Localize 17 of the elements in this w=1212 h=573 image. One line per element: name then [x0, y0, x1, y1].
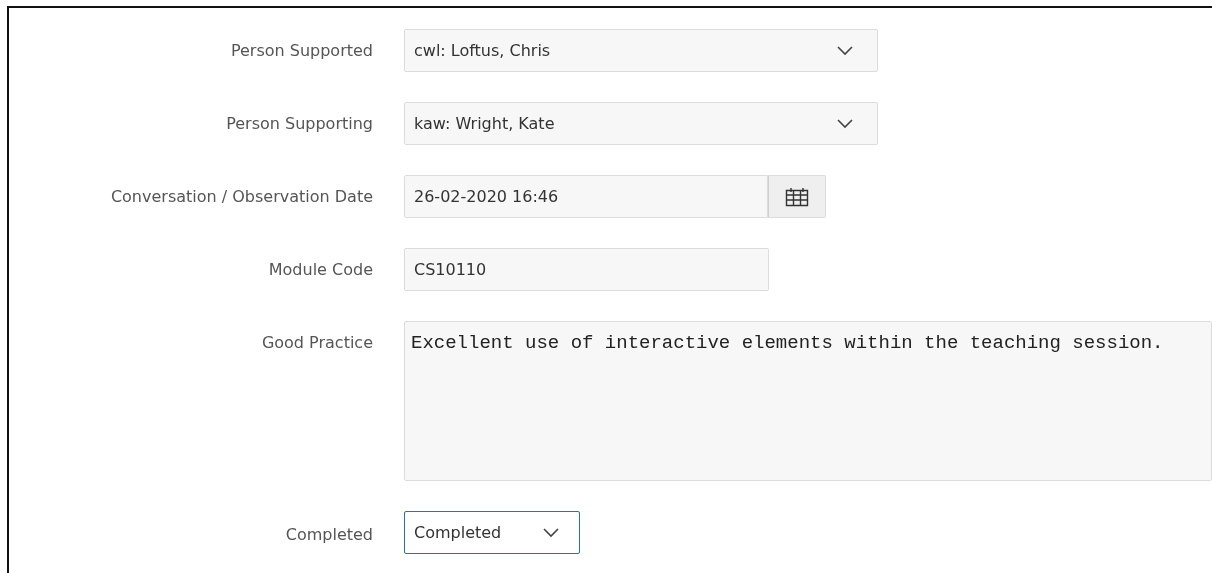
dropdown[interactable]: kaw: Wright, Kate: [404, 102, 878, 145]
calendar-icon: [785, 186, 809, 207]
text-area[interactable]: Excellent use of interactive elements within the teaching session.: [404, 321, 1212, 481]
dropdown[interactable]: cwl: Loftus, Chris: [404, 29, 878, 72]
dropdown[interactable]: Completed: [404, 511, 580, 554]
chevron-icon: [837, 45, 853, 56]
calendar-button[interactable]: [768, 175, 826, 218]
field-label: Module Code: [268, 259, 373, 281]
chevron-icon: [837, 118, 853, 129]
date-field[interactable]: 26-02-2020 16:46: [404, 175, 768, 218]
input-field[interactable]: CS10110: [404, 248, 769, 291]
field-label: Conversation / Observation Date: [110, 186, 373, 208]
field-label: Person Supporting: [226, 113, 373, 135]
chevron-icon: [543, 527, 559, 538]
field-label: Completed: [285, 524, 373, 546]
field-label: Good Practice: [261, 332, 373, 354]
field-label: Person Supported: [230, 40, 373, 62]
